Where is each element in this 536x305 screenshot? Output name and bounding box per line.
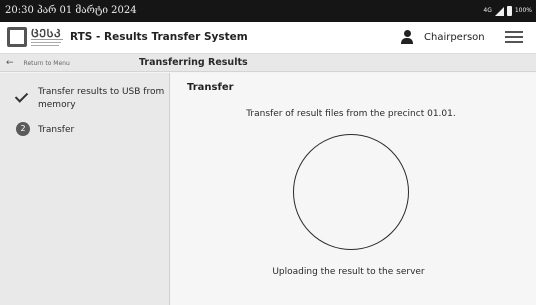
status-indicators: 4G 100% [483, 0, 532, 22]
user-icon [401, 30, 413, 44]
return-to-menu-button[interactable]: ← Return to Menu [6, 56, 70, 70]
user-role: Chairperson [424, 32, 485, 43]
transfer-panel: Transfer Transfer of result files from t… [171, 73, 536, 305]
hamburger-menu-icon[interactable] [505, 30, 523, 44]
battery-percent: 100% [514, 7, 532, 14]
logo-square-icon [7, 27, 27, 47]
step-number-badge: 2 [16, 122, 30, 136]
return-to-menu-label: Return to Menu [23, 59, 70, 67]
back-arrow-icon: ← [6, 58, 14, 68]
cec-logo: ᲪᲔᲡᲙ [7, 26, 65, 50]
checkmark-icon [14, 89, 29, 103]
step-label: Transfer results to USB from memory [38, 87, 165, 110]
status-time: 20:30 პარ 01 მარტი 2024 [5, 5, 137, 16]
panel-title: Transfer [187, 82, 234, 93]
app-title: RTS - Results Transfer System [70, 31, 248, 43]
screen-title: Transferring Results [139, 57, 248, 68]
step-label: Transfer [38, 125, 75, 135]
upload-status-text: Uploading the result to the server [272, 267, 425, 277]
progress-ring [293, 134, 409, 250]
network-type: 4G [483, 7, 492, 14]
app-header: ᲪᲔᲡᲙ RTS - Results Transfer System Chair… [0, 22, 536, 54]
status-bar: 20:30 პარ 01 მარტი 2024 4G 100% [0, 0, 536, 22]
navigation-bar: ← Return to Menu Transferring Results [0, 54, 536, 72]
signal-icon [494, 6, 504, 16]
battery-icon [506, 6, 512, 16]
transfer-description: Transfer of result files from the precin… [246, 109, 456, 119]
steps-sidebar: Transfer results to USB from memory 2 Tr… [0, 73, 170, 305]
